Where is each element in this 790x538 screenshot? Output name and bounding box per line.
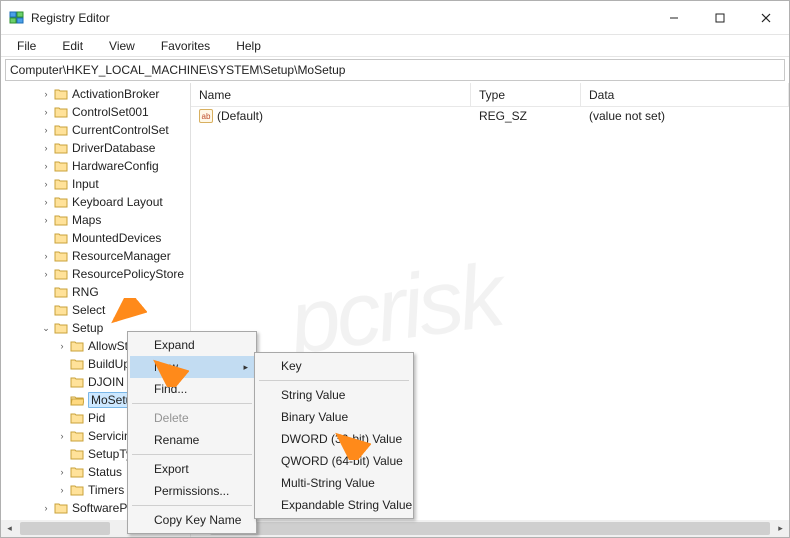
folder-icon bbox=[53, 321, 69, 335]
context-menu-item-delete[interactable]: Delete bbox=[130, 407, 254, 429]
column-header-type[interactable]: Type bbox=[471, 83, 581, 106]
menu-file[interactable]: File bbox=[5, 37, 48, 55]
tree-item-maps[interactable]: ›Maps bbox=[1, 211, 190, 229]
chevron-right-icon: ▸ bbox=[243, 362, 248, 373]
menu-favorites[interactable]: Favorites bbox=[149, 37, 222, 55]
submenu-item-dword-value[interactable]: DWORD (32-bit) Value bbox=[257, 428, 411, 450]
folder-icon bbox=[53, 195, 69, 209]
folder-icon bbox=[69, 411, 85, 425]
submenu-item-qword-value[interactable]: QWORD (64-bit) Value bbox=[257, 450, 411, 472]
scroll-right-icon[interactable]: ▸ bbox=[772, 520, 789, 537]
separator bbox=[132, 505, 252, 506]
address-path: Computer\HKEY_LOCAL_MACHINE\SYSTEM\Setup… bbox=[10, 63, 345, 77]
submenu-item-binary-value[interactable]: Binary Value bbox=[257, 406, 411, 428]
context-menu-item-copy-key-name[interactable]: Copy Key Name bbox=[130, 509, 254, 531]
tree-item-input[interactable]: ›Input bbox=[1, 175, 190, 193]
folder-icon bbox=[53, 231, 69, 245]
value-row-default[interactable]: ab (Default) REG_SZ (value not set) bbox=[191, 107, 789, 125]
folder-icon bbox=[53, 249, 69, 263]
folder-icon bbox=[53, 267, 69, 281]
folder-open-icon bbox=[69, 393, 85, 407]
folder-icon bbox=[53, 141, 69, 155]
close-button[interactable] bbox=[743, 1, 789, 35]
submenu-item-key[interactable]: Key bbox=[257, 355, 411, 377]
registry-editor-window: Registry Editor File Edit View Favorites… bbox=[0, 0, 790, 538]
context-menu-item-new[interactable]: New▸ bbox=[130, 356, 254, 378]
folder-icon bbox=[53, 177, 69, 191]
folder-icon bbox=[69, 339, 85, 353]
folder-icon bbox=[69, 375, 85, 389]
column-header-data[interactable]: Data bbox=[581, 83, 789, 106]
chevron-down-icon[interactable]: ⌄ bbox=[39, 323, 53, 334]
tree-item-activationbroker[interactable]: ›ActivationBroker bbox=[1, 85, 190, 103]
scrollbar-thumb[interactable] bbox=[210, 522, 770, 535]
submenu-item-multistring-value[interactable]: Multi-String Value bbox=[257, 472, 411, 494]
window-title: Registry Editor bbox=[31, 11, 651, 25]
value-name: (Default) bbox=[217, 109, 263, 123]
tree-item-resourcemanager[interactable]: ›ResourceManager bbox=[1, 247, 190, 265]
tree-item-currentcontrolset[interactable]: ›CurrentControlSet bbox=[1, 121, 190, 139]
submenu-item-string-value[interactable]: String Value bbox=[257, 384, 411, 406]
menu-view[interactable]: View bbox=[97, 37, 147, 55]
separator bbox=[259, 380, 409, 381]
context-submenu-new: Key String Value Binary Value DWORD (32-… bbox=[254, 352, 414, 519]
folder-icon bbox=[53, 105, 69, 119]
context-menu-item-permissions[interactable]: Permissions... bbox=[130, 480, 254, 502]
tree-item-mounteddevices[interactable]: MountedDevices bbox=[1, 229, 190, 247]
content-area: pcrisk ›ActivationBroker ›ControlSet001 … bbox=[1, 83, 789, 537]
folder-icon bbox=[53, 123, 69, 137]
value-type: REG_SZ bbox=[471, 109, 581, 123]
folder-icon bbox=[53, 159, 69, 173]
context-menu-item-rename[interactable]: Rename bbox=[130, 429, 254, 451]
submenu-item-expandablestring-value[interactable]: Expandable String Value bbox=[257, 494, 411, 516]
titlebar: Registry Editor bbox=[1, 1, 789, 35]
menu-help[interactable]: Help bbox=[224, 37, 273, 55]
column-header-name[interactable]: Name bbox=[191, 83, 471, 106]
window-controls bbox=[651, 1, 789, 35]
minimize-button[interactable] bbox=[651, 1, 697, 35]
folder-icon bbox=[69, 357, 85, 371]
folder-icon bbox=[53, 303, 69, 317]
context-menu-item-find[interactable]: Find... bbox=[130, 378, 254, 400]
menu-edit[interactable]: Edit bbox=[50, 37, 95, 55]
value-data: (value not set) bbox=[581, 109, 789, 123]
tree-item-rng[interactable]: RNG bbox=[1, 283, 190, 301]
folder-icon bbox=[69, 429, 85, 443]
folder-icon bbox=[53, 501, 69, 515]
tree-item-keyboard-layout[interactable]: ›Keyboard Layout bbox=[1, 193, 190, 211]
tree-item-hardwareconfig[interactable]: ›HardwareConfig bbox=[1, 157, 190, 175]
folder-icon bbox=[69, 483, 85, 497]
values-header: Name Type Data bbox=[191, 83, 789, 107]
folder-icon bbox=[69, 447, 85, 461]
app-icon bbox=[9, 10, 25, 26]
tree-item-controlset001[interactable]: ›ControlSet001 bbox=[1, 103, 190, 121]
context-menu-item-expand[interactable]: Expand bbox=[130, 334, 254, 356]
scrollbar-thumb[interactable] bbox=[20, 522, 110, 535]
scroll-left-icon[interactable]: ◂ bbox=[1, 520, 18, 537]
tree-item-driverdatabase[interactable]: ›DriverDatabase bbox=[1, 139, 190, 157]
folder-icon bbox=[53, 285, 69, 299]
separator bbox=[132, 454, 252, 455]
values-horizontal-scrollbar[interactable]: ◂ ▸ bbox=[191, 520, 789, 537]
maximize-button[interactable] bbox=[697, 1, 743, 35]
string-value-icon: ab bbox=[199, 109, 213, 123]
folder-icon bbox=[53, 87, 69, 101]
address-bar[interactable]: Computer\HKEY_LOCAL_MACHINE\SYSTEM\Setup… bbox=[5, 59, 785, 81]
context-menu-item-export[interactable]: Export bbox=[130, 458, 254, 480]
menubar: File Edit View Favorites Help bbox=[1, 35, 789, 57]
context-menu: Expand New▸ Find... Delete Rename Export… bbox=[127, 331, 257, 534]
separator bbox=[132, 403, 252, 404]
tree-item-resourcepolicystore[interactable]: ›ResourcePolicyStore bbox=[1, 265, 190, 283]
folder-icon bbox=[53, 213, 69, 227]
tree-item-select[interactable]: Select bbox=[1, 301, 190, 319]
folder-icon bbox=[69, 465, 85, 479]
